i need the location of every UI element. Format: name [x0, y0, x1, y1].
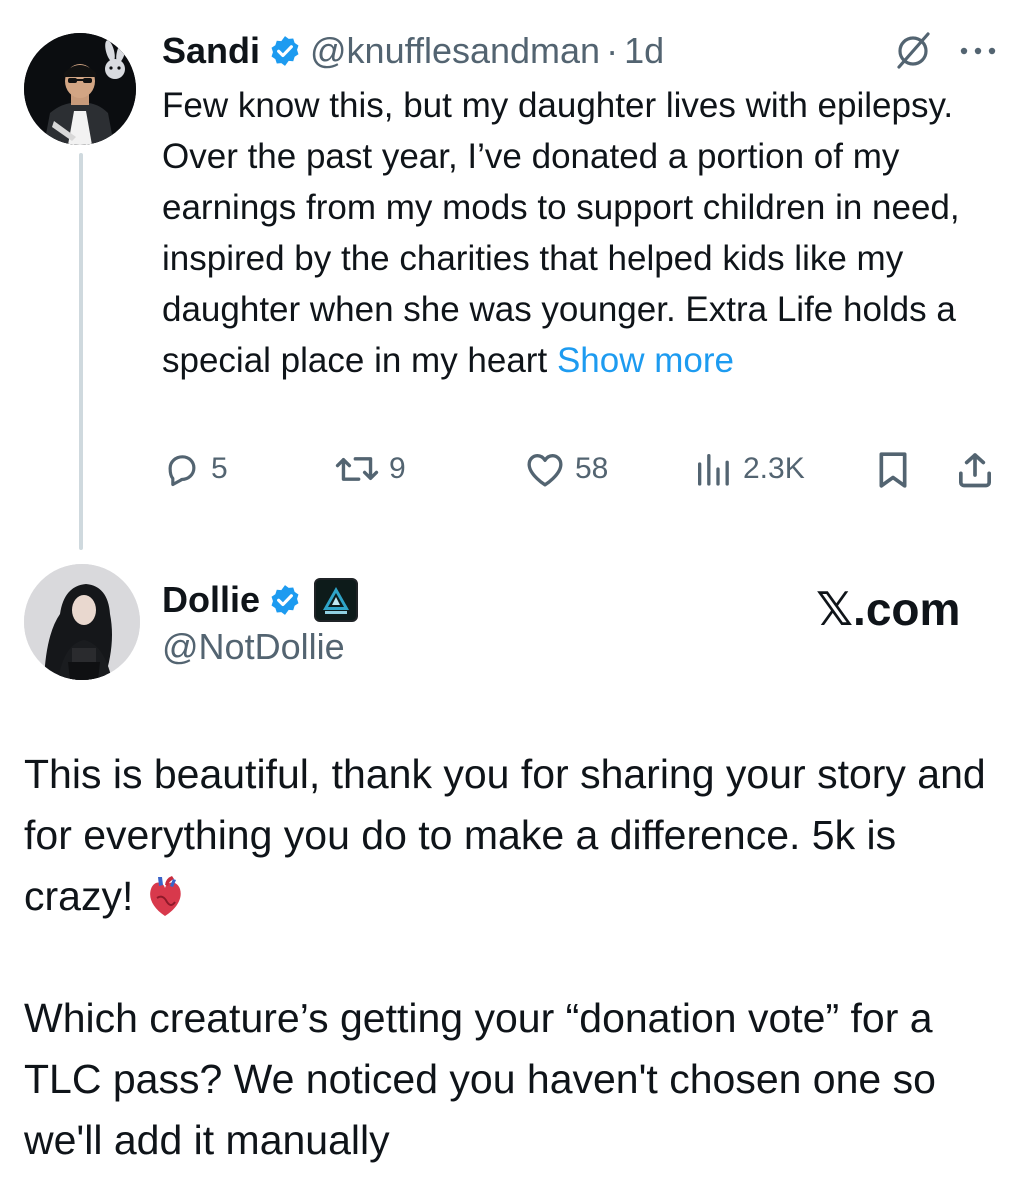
tweet2-header: Dollie [162, 578, 359, 622]
views-icon [698, 454, 729, 486]
more-icon[interactable] [958, 44, 998, 58]
anatomical-heart-emoji-icon [145, 874, 185, 918]
separator-dot: · [606, 30, 619, 71]
verified-badge-icon [268, 583, 302, 617]
tweet1-header: Sandi @knufflesandman · 1d [162, 28, 664, 74]
source-label: 𝕏.com [816, 583, 961, 635]
bookmark-icon [879, 452, 907, 488]
affiliate-badge-icon[interactable] [314, 578, 359, 622]
retweet-button[interactable]: 9 [335, 450, 406, 488]
thread-connector-line [79, 153, 83, 550]
verified-badge-icon [268, 34, 302, 68]
author-handle[interactable]: @NotDollie [162, 626, 345, 668]
tweet2-paragraph: This is beautiful, thank you for sharing… [24, 744, 1009, 927]
timestamp[interactable]: 1d [624, 30, 664, 72]
author-name[interactable]: Sandi [162, 30, 260, 72]
like-button[interactable]: 58 [525, 450, 608, 488]
bookmark-button[interactable] [875, 450, 911, 490]
reply-icon [168, 455, 196, 487]
views-count: 2.3K [743, 452, 805, 485]
avatar-dollie[interactable] [24, 564, 140, 680]
share-button[interactable] [955, 450, 995, 490]
author-name[interactable]: Dollie [162, 579, 260, 621]
author-handle[interactable]: @knufflesandman [310, 30, 600, 72]
grok-icon[interactable] [893, 30, 933, 70]
reply-count: 5 [211, 452, 228, 485]
retweet-icon [335, 457, 379, 481]
retweet-count: 9 [389, 452, 406, 485]
views-button[interactable]: 2.3K [693, 450, 805, 488]
share-icon [959, 453, 991, 488]
heart-icon [527, 454, 563, 487]
like-count: 58 [575, 452, 609, 485]
tweet1-body: Few know this, but my daughter lives wit… [162, 80, 982, 386]
reply-button[interactable]: 5 [163, 450, 228, 488]
tweet2-body: This is beautiful, thank you for sharing… [24, 744, 1009, 1171]
show-more-link[interactable]: Show more [557, 341, 734, 380]
tweet2-paragraph-2: Which creature’s getting your “donation … [24, 995, 936, 1163]
avatar-sandi[interactable] [24, 33, 136, 145]
tweet1-text: Few know this, but my daughter lives wit… [162, 86, 960, 380]
